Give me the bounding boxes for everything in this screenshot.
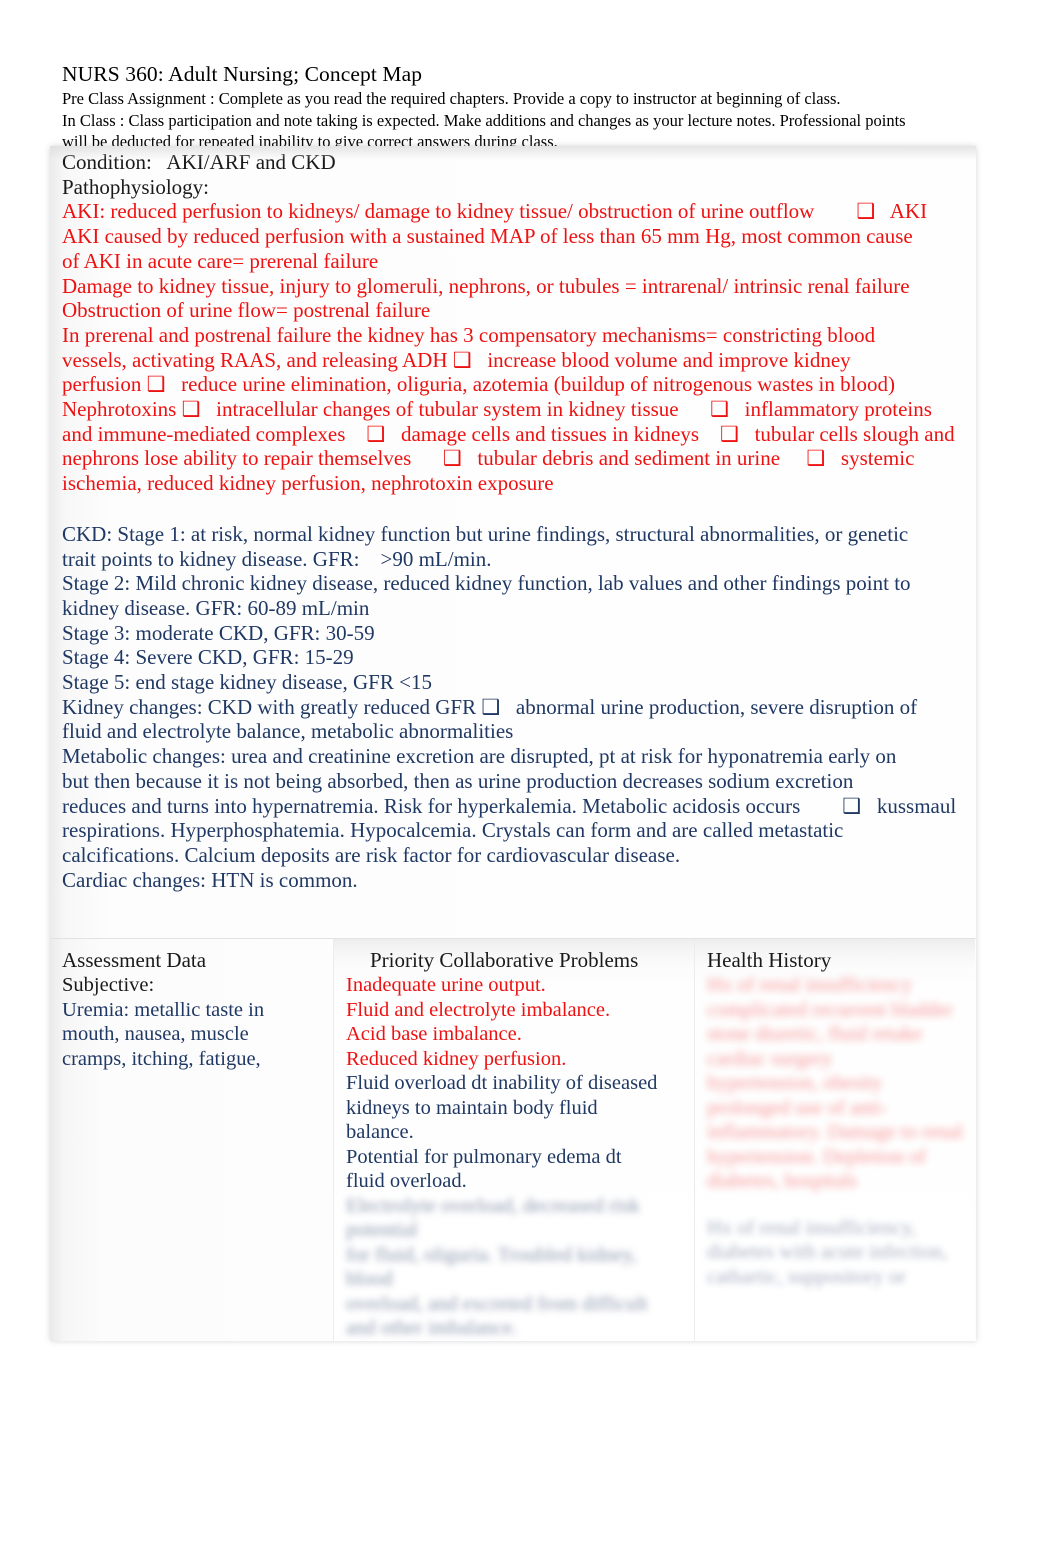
priority-problem-item: Potential for pulmonary edema dt bbox=[346, 1145, 622, 1168]
priority-redacted-text: Electrolyte overload, decreased risk pot… bbox=[346, 1194, 684, 1341]
ckd-line: respirations. Hyperphosphatemia. Hypocal… bbox=[62, 818, 844, 843]
pathophysiology-label: Pathophysiology: bbox=[62, 174, 210, 199]
redacted-line: diabetes, hospitals bbox=[707, 1170, 858, 1192]
redacted-line: for fluid, oliguria. Troubled kidney, bl… bbox=[346, 1243, 637, 1291]
priority-problems-heading: Priority Collaborative Problems bbox=[370, 948, 639, 972]
ckd-line: CKD: Stage 1: at risk, normal kidney fun… bbox=[62, 521, 909, 546]
ckd-line: but then because it is not being absorbe… bbox=[62, 768, 854, 793]
health-history-heading: Health History bbox=[707, 948, 832, 972]
priority-problem-item: Inadequate urine output. bbox=[346, 974, 546, 996]
redacted-line: cardiac surgery bbox=[707, 1047, 833, 1070]
concept-map-table: Condition: AKI/ARF and CKD Pathophysiolo… bbox=[50, 146, 976, 1341]
ckd-line: Stage 2: Mild chronic kidney disease, re… bbox=[62, 571, 911, 596]
assessment-data-heading: Assessment Data bbox=[62, 948, 207, 972]
redacted-line: Hx of renal insufficiency bbox=[707, 974, 913, 996]
assessment-line: mouth, nausea, muscle bbox=[62, 1023, 249, 1045]
ckd-line: Kidney changes: CKD with greatly reduced… bbox=[62, 694, 918, 719]
aki-line: Damage to kidney tissue, injury to glome… bbox=[62, 273, 910, 298]
ckd-line: calcifications. Calcium deposits are ris… bbox=[62, 842, 681, 867]
aki-line: In prerenal and postrenal failure the ki… bbox=[62, 322, 876, 347]
aki-line: Obstruction of urine flow= postrenal fai… bbox=[62, 298, 431, 323]
redacted-line: Hx of renal insufficiency, bbox=[707, 1216, 916, 1239]
ckd-line: Stage 3: moderate CKD, GFR: 30-59 bbox=[62, 620, 375, 645]
in-class-instruction-line-1: In Class : Class participation and note … bbox=[62, 110, 906, 130]
aki-line: perfusion ❑ reduce urine elimination, ol… bbox=[62, 372, 895, 397]
condition-label: Condition: AKI/ARF and CKD bbox=[62, 150, 336, 174]
redacted-line: stone diuretic, fluid retake bbox=[707, 1023, 923, 1045]
redacted-line: Electrolyte overload, decreased risk pot… bbox=[346, 1194, 640, 1242]
redacted-line: hypertension. Depletion of bbox=[707, 1145, 927, 1168]
aki-line: ischemia, reduced kidney perfusion, neph… bbox=[62, 471, 554, 496]
health-history-cell[interactable]: Health History Hx of renal insufficiency… bbox=[695, 939, 975, 1341]
assessment-row: Assessment Data Subjective: Uremia: meta… bbox=[50, 939, 976, 1341]
ckd-line: trait points to kidney disease. GFR: >90… bbox=[62, 546, 492, 571]
redacted-line: complicated recurrent bladder bbox=[707, 998, 953, 1021]
ckd-line: Cardiac changes: HTN is common. bbox=[62, 867, 358, 892]
redacted-line: hypertension, obesity bbox=[707, 1072, 883, 1094]
page-title: NURS 360: Adult Nursing; Concept Map bbox=[62, 62, 423, 86]
health-history-redacted-navy: Hx of renal insufficiency, diabetes with… bbox=[707, 1216, 965, 1290]
ckd-line: fluid and electrolyte balance, metabolic… bbox=[62, 719, 514, 744]
ckd-line: Metabolic changes: urea and creatinine e… bbox=[62, 744, 897, 769]
redacted-line: diabetes with acute infection, bbox=[707, 1241, 948, 1263]
redacted-line: overload, and excreted from difficult bbox=[346, 1292, 648, 1315]
redacted-line: cathartic, suppository or bbox=[707, 1265, 906, 1288]
priority-problem-item: Acid base imbalance. bbox=[346, 1023, 522, 1045]
assessment-line: cramps, itching, fatigue, bbox=[62, 1047, 261, 1070]
ckd-pathophysiology-block: CKD: Stage 1: at risk, normal kidney fun… bbox=[62, 522, 964, 893]
document-header: NURS 360: Adult Nursing; Concept Map Pre… bbox=[62, 60, 962, 153]
aki-line: AKI: reduced perfusion to kidneys/ damag… bbox=[62, 199, 928, 224]
priority-problem-item: Fluid overload dt inability of diseased bbox=[346, 1072, 658, 1094]
priority-problem-item: Reduced kidney perfusion. bbox=[346, 1047, 567, 1070]
priority-problem-item: balance. bbox=[346, 1121, 414, 1143]
redacted-line: and other imbalance. bbox=[346, 1317, 518, 1339]
history-spacer bbox=[707, 1194, 965, 1216]
aki-line: vessels, activating RAAS, and releasing … bbox=[62, 347, 851, 372]
assessment-line: Uremia: metallic taste in bbox=[62, 998, 265, 1021]
aki-pathophysiology-block: AKI: reduced perfusion to kidneys/ damag… bbox=[62, 199, 964, 495]
ckd-line: Stage 4: Severe CKD, GFR: 15-29 bbox=[62, 645, 354, 670]
aki-line: Nephrotoxins ❑ intracellular changes of … bbox=[62, 397, 932, 422]
health-history-redacted-red: Hx of renal insufficiency complicated re… bbox=[707, 973, 965, 1194]
priority-problem-item: fluid overload. bbox=[346, 1170, 467, 1192]
aki-line: nephrons lose ability to repair themselv… bbox=[62, 446, 915, 471]
aki-line: AKI caused by reduced perfusion with a s… bbox=[62, 224, 913, 249]
priority-problem-item: Fluid and electrolyte imbalance. bbox=[346, 998, 611, 1021]
aki-line: and immune-mediated complexes ❑ damage c… bbox=[62, 421, 955, 446]
assessment-data-cell[interactable]: Assessment Data Subjective: Uremia: meta… bbox=[50, 939, 334, 1341]
redacted-line: inflammatory. Damage to renal bbox=[707, 1121, 963, 1143]
aki-line: of AKI in acute care= prerenal failure bbox=[62, 248, 379, 273]
subjective-label: Subjective: bbox=[62, 974, 155, 996]
pre-class-instruction: Pre Class Assignment : Complete as you r… bbox=[62, 89, 841, 108]
ckd-line: Stage 5: end stage kidney disease, GFR <… bbox=[62, 670, 432, 695]
redacted-line: prolonged use of anti- bbox=[707, 1096, 888, 1119]
priority-problem-item: kidneys to maintain body fluid bbox=[346, 1096, 598, 1119]
ckd-line: reduces and turns into hypernatremia. Ri… bbox=[62, 793, 957, 818]
ckd-line: kidney disease. GFR: 60-89 mL/min bbox=[62, 595, 370, 620]
document-page: NURS 360: Adult Nursing; Concept Map Pre… bbox=[0, 0, 1062, 1561]
priority-problems-cell[interactable]: Priority Collaborative Problems Inadequa… bbox=[334, 939, 695, 1341]
condition-pathophysiology-cell[interactable]: Condition: AKI/ARF and CKD Pathophysiolo… bbox=[50, 146, 976, 939]
